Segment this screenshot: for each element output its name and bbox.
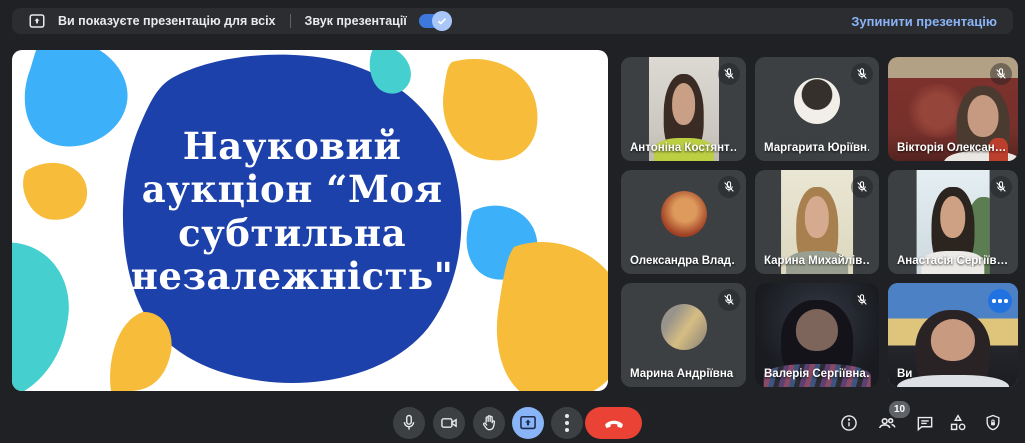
presenting-banner: Ви показуєте презентацію для всіх Звук п… bbox=[12, 8, 1013, 34]
microphone-button[interactable] bbox=[393, 407, 425, 439]
activities-button[interactable] bbox=[942, 407, 974, 439]
host-controls-button[interactable] bbox=[977, 407, 1009, 439]
participant-name: Карина Михайлів… bbox=[764, 255, 869, 267]
participant-name: Вікторія Олексан… bbox=[897, 142, 1006, 154]
camera-icon bbox=[439, 413, 459, 433]
divider bbox=[290, 14, 291, 28]
avatar bbox=[661, 304, 707, 350]
mic-muted-icon bbox=[851, 176, 873, 198]
participant-tile[interactable]: Антоніна Костянт… bbox=[621, 57, 746, 161]
stop-presenting-button[interactable]: Зупинити презентацію bbox=[851, 14, 997, 29]
chat-button[interactable] bbox=[909, 407, 941, 439]
participant-name: Антоніна Костянт… bbox=[630, 142, 736, 154]
presenting-button[interactable] bbox=[512, 407, 544, 439]
participant-count-badge: 10 bbox=[889, 401, 910, 418]
more-options-button[interactable] bbox=[551, 407, 583, 439]
participant-tile[interactable]: Олександра Влад… bbox=[621, 170, 746, 274]
camera-button[interactable] bbox=[433, 407, 465, 439]
check-icon bbox=[436, 15, 448, 27]
presentation-sound-toggle[interactable] bbox=[419, 14, 449, 28]
mic-muted-icon bbox=[990, 63, 1012, 85]
activities-icon bbox=[947, 412, 969, 434]
self-tile[interactable]: Ви bbox=[888, 283, 1018, 387]
participant-tile[interactable]: Марина Андріївна І… bbox=[621, 283, 746, 387]
more-options-icon bbox=[565, 414, 569, 432]
slide-title: Науковий аукціон “Моя субтильна незалежн… bbox=[89, 125, 494, 298]
avatar bbox=[661, 191, 707, 237]
mic-muted-icon bbox=[718, 63, 740, 85]
tile-options-button[interactable] bbox=[988, 289, 1012, 313]
participant-name: Маргарита Юріївн… bbox=[764, 142, 869, 154]
mic-muted-icon bbox=[851, 289, 873, 311]
presentation-sound-label: Звук презентації bbox=[305, 14, 407, 28]
microphone-icon bbox=[399, 413, 419, 433]
mic-muted-icon bbox=[718, 289, 740, 311]
mic-muted-icon bbox=[990, 176, 1012, 198]
participant-name: Анастасія Сергіїв… bbox=[897, 255, 1008, 267]
avatar bbox=[794, 78, 840, 124]
participant-name: Олександра Влад… bbox=[630, 255, 736, 267]
raise-hand-button[interactable] bbox=[473, 407, 505, 439]
participant-tile[interactable]: Маргарита Юріївн… bbox=[755, 57, 879, 161]
shared-presentation-tile[interactable]: Науковий аукціон “Моя субтильна незалежн… bbox=[12, 50, 608, 391]
host-controls-shield-icon bbox=[983, 413, 1003, 433]
meeting-details-button[interactable] bbox=[833, 407, 865, 439]
participant-tile[interactable]: Карина Михайлів… bbox=[755, 170, 879, 274]
participant-name: Марина Андріївна І… bbox=[630, 368, 736, 380]
participant-name: Валерія Сергіївна… bbox=[764, 368, 869, 380]
presenting-label: Ви показуєте презентацію для всіх bbox=[58, 14, 276, 28]
end-call-icon bbox=[603, 412, 625, 434]
participant-tile[interactable]: Вікторія Олексан… bbox=[888, 57, 1018, 161]
end-call-button[interactable] bbox=[585, 407, 642, 439]
toggle-thumb bbox=[432, 11, 452, 31]
present-icon bbox=[518, 413, 538, 433]
mic-muted-icon bbox=[851, 63, 873, 85]
show-participants-button[interactable]: 10 bbox=[871, 407, 903, 439]
self-name: Ви bbox=[897, 368, 912, 380]
present-to-all-icon bbox=[28, 12, 46, 30]
participant-tile[interactable]: Анастасія Сергіїв… bbox=[888, 170, 1018, 274]
mic-muted-icon bbox=[718, 176, 740, 198]
info-icon bbox=[839, 413, 859, 433]
raise-hand-icon bbox=[479, 413, 499, 433]
participant-tile[interactable]: Валерія Сергіївна… bbox=[755, 283, 879, 387]
chat-icon bbox=[915, 413, 935, 433]
